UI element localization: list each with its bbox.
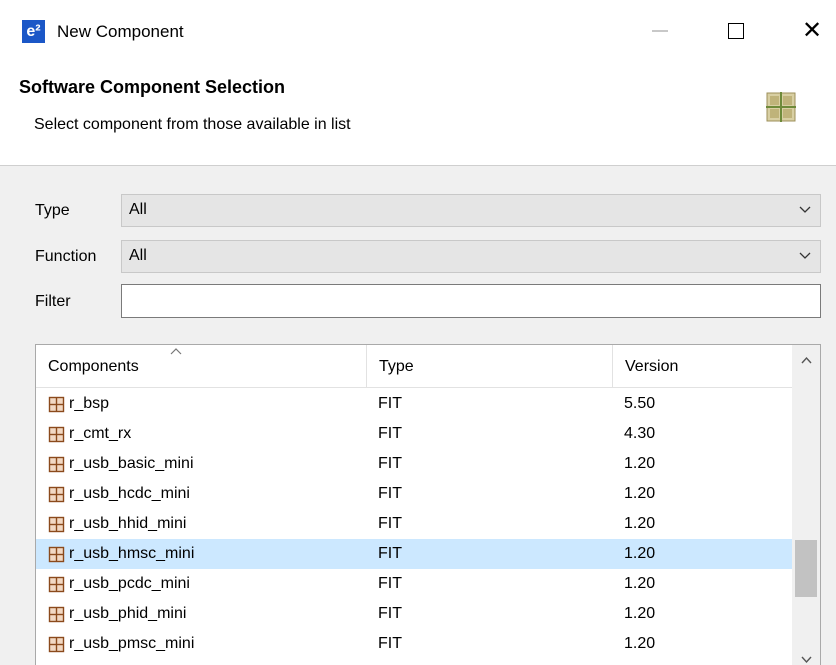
component-version: 1.20	[624, 545, 656, 562]
table-body: r_bsp FIT 5.50 r_cmt_rx FIT 4.30 r_usb_basic_m…	[36, 389, 792, 659]
close-icon: ✕	[801, 17, 823, 44]
filter-label: Filter	[35, 293, 71, 310]
column-header-version[interactable]: Version	[612, 345, 792, 387]
function-label: Function	[35, 248, 97, 265]
component-version: 1.20	[624, 485, 656, 502]
component-cell: r_bsp	[48, 389, 109, 419]
component-type: FIT	[378, 605, 402, 622]
table-row[interactable]: r_usb_hmsc_mini FIT 1.20	[36, 539, 792, 569]
component-type: FIT	[378, 455, 402, 472]
component-cell: r_usb_phid_mini	[48, 599, 186, 629]
component-version: 1.20	[624, 455, 656, 472]
component-name: r_cmt_rx	[69, 425, 132, 442]
component-type: FIT	[378, 545, 402, 562]
component-name: r_usb_basic_mini	[69, 455, 194, 472]
table-row[interactable]: r_usb_pcdc_mini FIT 1.20	[36, 569, 792, 599]
table-row[interactable]: r_usb_phid_mini FIT 1.20	[36, 599, 792, 629]
table-header: Components Type Version	[36, 345, 792, 388]
filter-input[interactable]	[121, 284, 821, 318]
component-icon	[48, 426, 65, 442]
component-type: FIT	[378, 485, 402, 502]
window-title: New Component	[57, 22, 184, 41]
chevron-down-icon	[799, 206, 811, 213]
table-row[interactable]: r_bsp FIT 5.50	[36, 389, 792, 419]
component-version: 1.20	[624, 635, 656, 652]
component-name: r_usb_hcdc_mini	[69, 485, 190, 502]
component-type: FIT	[378, 635, 402, 652]
scroll-up-icon[interactable]	[801, 356, 812, 364]
page-title: Software Component Selection	[19, 77, 286, 97]
type-label: Type	[35, 202, 70, 219]
component-cell: r_cmt_rx	[48, 419, 131, 449]
sort-ascending-icon	[170, 348, 182, 355]
component-cell: r_usb_pmsc_mini	[48, 629, 194, 659]
minimize-button[interactable]	[636, 0, 684, 62]
minimize-icon	[652, 30, 668, 32]
component-cell: r_usb_hmsc_mini	[48, 539, 194, 569]
title-bar: e² New Component ✕	[0, 0, 836, 62]
column-header-components[interactable]: Components	[36, 345, 366, 387]
function-combo-value: All	[129, 247, 147, 264]
component-version: 1.20	[624, 515, 656, 532]
scrollbar-thumb[interactable]	[795, 540, 817, 597]
close-button[interactable]: ✕	[788, 0, 836, 62]
maximize-icon	[728, 23, 744, 39]
components-table: Components Type Version r_bsp FIT 5.50 r_cm…	[35, 344, 821, 665]
component-version: 4.30	[624, 425, 656, 442]
table-row[interactable]: r_cmt_rx FIT 4.30	[36, 419, 792, 449]
type-combo[interactable]: All	[121, 194, 821, 227]
table-row[interactable]: r_usb_basic_mini FIT 1.20	[36, 449, 792, 479]
maximize-button[interactable]	[712, 0, 760, 62]
component-icon	[48, 456, 65, 472]
component-type: FIT	[378, 575, 402, 592]
component-type: FIT	[378, 515, 402, 532]
component-name: r_usb_hmsc_mini	[69, 545, 195, 562]
component-icon	[48, 546, 65, 562]
table-row[interactable]: r_usb_hcdc_mini FIT 1.20	[36, 479, 792, 509]
component-icon	[48, 636, 65, 652]
wizard-banner: Software Component Selection Select comp…	[0, 62, 836, 166]
function-combo[interactable]: All	[121, 240, 821, 273]
table-row[interactable]: r_usb_pmsc_mini FIT 1.20	[36, 629, 792, 659]
component-icon	[48, 396, 65, 412]
component-type: FIT	[378, 425, 402, 442]
component-name: r_usb_pmsc_mini	[69, 635, 195, 652]
type-combo-value: All	[129, 201, 147, 218]
component-icon	[48, 576, 65, 592]
component-icon	[48, 606, 65, 622]
component-type: FIT	[378, 395, 402, 412]
component-cell: r_usb_pcdc_mini	[48, 569, 190, 599]
component-name: r_usb_hhid_mini	[69, 515, 187, 532]
component-name: r_usb_pcdc_mini	[69, 575, 190, 592]
component-name: r_usb_phid_mini	[69, 605, 187, 622]
component-version: 1.20	[624, 575, 656, 592]
component-cell: r_usb_hhid_mini	[48, 509, 186, 539]
component-version: 5.50	[624, 395, 656, 412]
app-icon: e²	[22, 20, 45, 43]
component-version: 1.20	[624, 605, 656, 622]
component-cell: r_usb_basic_mini	[48, 449, 194, 479]
component-name: r_bsp	[69, 395, 110, 412]
page-description: Select component from those available in…	[34, 116, 351, 133]
vertical-scrollbar[interactable]	[792, 345, 820, 665]
component-icon	[48, 486, 65, 502]
component-grid-icon	[766, 92, 796, 122]
scroll-down-icon[interactable]	[801, 656, 812, 664]
component-cell: r_usb_hcdc_mini	[48, 479, 190, 509]
column-header-type[interactable]: Type	[366, 345, 612, 387]
component-icon	[48, 516, 65, 532]
chevron-down-icon	[799, 252, 811, 259]
table-row[interactable]: r_usb_hhid_mini FIT 1.20	[36, 509, 792, 539]
